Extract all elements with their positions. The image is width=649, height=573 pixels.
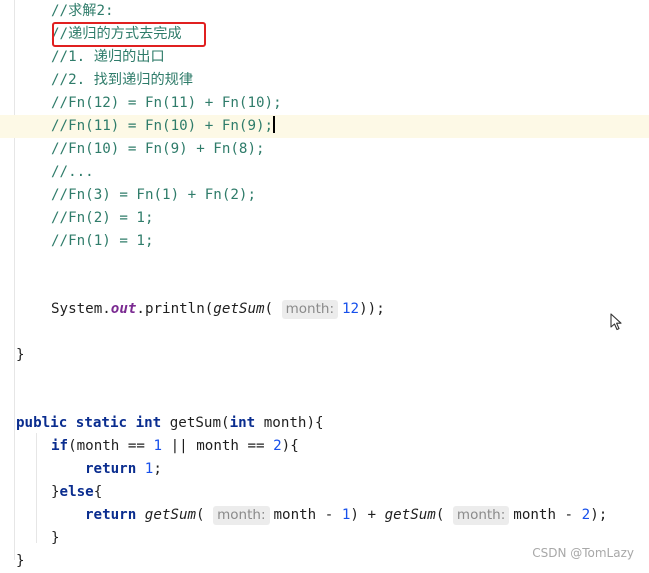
code-line[interactable]: System.out.println(getSum( month: 12)); [0,298,649,321]
code-token: if [51,438,69,454]
text-caret [273,116,275,133]
code-line[interactable]: public static int getSum(int month){ [0,412,649,435]
code-token: ); [590,507,608,523]
code-token: out [110,301,137,317]
code-line[interactable]: return getSum( month: month - 1) + getSum… [0,504,649,527]
comment: //Fn(10) = Fn(9) + Fn(8); [51,141,265,157]
comment: //求解2: [51,3,114,19]
code-line[interactable]: return 1; [0,458,649,481]
code-line[interactable]: //Fn(10) = Fn(9) + Fn(8); [0,138,649,161]
code-line[interactable]: //Fn(2) = 1; [0,207,649,230]
code-token: month){ [263,415,324,431]
parameter-hint: month: [213,506,270,525]
code-token: || month == [170,438,265,454]
comment: //1. 递归的出口 [51,49,165,65]
code-token: getSum [384,507,436,523]
code-line[interactable]: //Fn(3) = Fn(1) + Fn(2); [0,184,649,207]
code-token: System. [51,301,111,317]
code-token: ){ [281,438,299,454]
code-token: } [51,484,60,500]
code-line[interactable]: //求解2: [0,0,649,23]
code-token: month - [273,507,334,523]
watermark: CSDN @TomLazy [532,546,634,560]
code-token: getSum( [169,415,230,431]
code-token: 2 [581,507,591,523]
code-token: int [229,415,256,431]
code-token: int [135,415,162,431]
code-line[interactable]: } [0,344,649,367]
code-token: .println( [136,301,214,317]
code-line[interactable]: if(month == 1 || month == 2){ [0,435,649,458]
code-token: 1 [153,438,163,454]
mouse-pointer-icon [610,313,622,331]
code-line[interactable]: }else{ [0,481,649,504]
code-token: getSum [144,507,197,523]
current-code-line[interactable]: //Fn(11) = Fn(10) + Fn(9); [0,115,649,138]
code-token: 2 [273,438,282,454]
code-token: 12 [342,301,360,317]
annotation-highlight-box [52,22,206,47]
comment: //Fn(11) = Fn(10) + Fn(9); [51,118,274,134]
comment: //... [51,164,94,180]
parameter-hint: month: [281,300,339,319]
code-line[interactable]: //... [0,161,649,184]
code-token: )); [359,301,385,317]
code-token: return [85,461,137,477]
code-token: public [16,415,68,431]
code-line[interactable]: //1. 递归的出口 [0,46,649,69]
code-token: getSum [213,301,265,317]
code-token: } [51,530,60,546]
comment: //2. 找到递归的规律 [51,72,194,88]
code-editor[interactable]: //求解2: //递归的方式去完成 //1. 递归的出口 //2. 找到递归的规… [0,0,649,570]
code-token: ) + [350,507,377,523]
code-token: month - [513,507,574,523]
comment: //Fn(3) = Fn(1) + Fn(2); [51,187,256,203]
parameter-hint: month: [452,506,510,525]
code-token: (month == [68,438,145,454]
code-token: static [75,415,128,431]
code-token: ; [153,461,162,477]
code-token: ( [196,507,205,523]
code-line[interactable]: //Fn(1) = 1; [0,230,649,253]
code-token: } [16,347,25,363]
code-token: return [85,507,137,523]
code-token: } [16,553,25,569]
code-token: ( [264,301,274,317]
code-token: { [93,484,103,500]
comment: //Fn(12) = Fn(11) + Fn(10); [51,95,282,111]
comment: //Fn(1) = 1; [51,233,154,249]
code-token: else [59,484,94,500]
code-line[interactable]: //2. 找到递归的规律 [0,69,649,92]
comment: //Fn(2) = 1; [51,210,154,226]
code-line[interactable]: //Fn(12) = Fn(11) + Fn(10); [0,92,649,115]
code-token: ( [435,507,445,523]
